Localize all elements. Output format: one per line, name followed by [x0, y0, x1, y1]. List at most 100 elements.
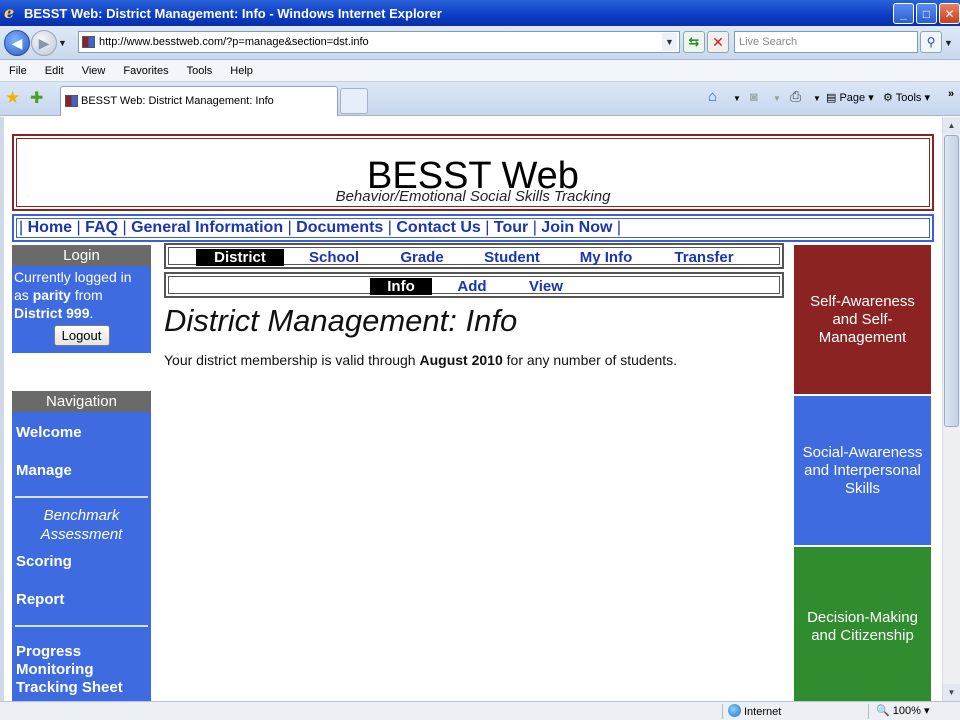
menu-view[interactable]: View: [73, 65, 115, 77]
district-tab-row: District School Grade Student My Info Tr…: [164, 243, 784, 269]
login-header: Login: [12, 245, 151, 266]
print-dropdown-icon[interactable]: ▼: [813, 94, 821, 103]
membership-message: Your district membership is valid throug…: [164, 352, 677, 368]
home-dropdown-icon[interactable]: ▼: [733, 94, 741, 103]
tab-grade[interactable]: Grade: [382, 249, 462, 266]
stop-button[interactable]: ✕: [707, 31, 729, 53]
address-input[interactable]: http://www.besstweb.com/?p=manage&sectio…: [78, 31, 680, 53]
zoom-control[interactable]: 🔍 100% ▾: [876, 704, 929, 717]
nav-home-link[interactable]: Home: [28, 219, 72, 236]
vertical-scrollbar[interactable]: ▲ ▼: [942, 117, 960, 701]
menu-tools[interactable]: Tools: [178, 65, 222, 77]
add-favorites-icon[interactable]: ✚: [30, 88, 43, 108]
address-toolbar: ◀ ▶ ▼ http://www.besstweb.com/?p=manage&…: [0, 26, 960, 60]
menu-file[interactable]: File: [0, 65, 36, 77]
page-menu-label: Page: [839, 92, 866, 104]
tab-school[interactable]: School: [294, 249, 374, 266]
status-divider: [868, 704, 869, 719]
search-dropdown-icon[interactable]: ▼: [944, 38, 953, 48]
site-favicon-icon: [82, 36, 95, 48]
zoom-level: 100%: [892, 705, 921, 717]
nav-scoring-link[interactable]: Scoring: [12, 553, 151, 571]
logout-button[interactable]: Logout: [53, 325, 110, 346]
nav-welcome-link[interactable]: Welcome: [12, 424, 151, 442]
status-divider: [722, 704, 723, 719]
login-district: District 999: [14, 305, 90, 321]
menu-edit[interactable]: Edit: [36, 65, 73, 77]
login-from: from: [70, 287, 103, 303]
tab-district[interactable]: District: [196, 249, 284, 266]
tab-my-info[interactable]: My Info: [566, 249, 646, 266]
nav-join-now-link[interactable]: Join Now: [541, 219, 612, 236]
scroll-down-icon[interactable]: ▼: [943, 684, 960, 701]
minimize-button[interactable]: _: [893, 3, 914, 24]
tab-title: BESST Web: District Management: Info: [81, 95, 274, 107]
globe-icon: [728, 704, 741, 717]
print-icon[interactable]: ⎙: [790, 88, 801, 105]
page-viewport: BESST Web Behavior/Emotional Social Skil…: [0, 117, 960, 701]
search-input[interactable]: Live Search: [734, 31, 918, 53]
tools-menu-label: Tools: [895, 92, 922, 104]
tab-student[interactable]: Student: [472, 249, 552, 266]
self-awareness-panel[interactable]: Self-Awareness and Self-Management: [794, 245, 931, 394]
menu-help[interactable]: Help: [221, 65, 262, 77]
tab-transfer[interactable]: Transfer: [662, 249, 746, 266]
nav-progress-link[interactable]: Progress Monitoring Tracking Sheet: [12, 643, 130, 697]
maximize-button[interactable]: □: [916, 3, 937, 24]
page-menu-button[interactable]: ▤ Page ▾: [826, 91, 874, 104]
tab-favicon-icon: [65, 95, 78, 107]
nav-faq-link[interactable]: FAQ: [85, 219, 118, 236]
social-awareness-panel[interactable]: Social-Awareness and Interpersonal Skill…: [794, 396, 931, 545]
site-subtitle: Behavior/Emotional Social Skills Trackin…: [335, 188, 611, 205]
search-button[interactable]: ⚲: [920, 31, 942, 53]
nav-benchmark-heading: Benchmark Assessment: [40, 507, 123, 543]
login-panel: Login Currently logged in as parity from…: [12, 245, 151, 353]
feeds-icon[interactable]: ◙: [750, 89, 758, 104]
window-titlebar: e BESST Web: District Management: Info -…: [0, 0, 960, 26]
membership-text-before: Your district membership is valid throug…: [164, 352, 420, 368]
refresh-button[interactable]: ⇆: [683, 31, 705, 53]
new-tab-button[interactable]: [340, 88, 368, 114]
address-url: http://www.besstweb.com/?p=manage&sectio…: [99, 36, 369, 48]
tools-menu-button[interactable]: ⚙ Tools ▾: [883, 91, 930, 104]
membership-text-after: for any number of students.: [502, 352, 678, 368]
nav-report-link[interactable]: Report: [12, 591, 151, 609]
decision-making-panel[interactable]: Decision-Making and Citizenship: [794, 547, 931, 701]
forward-button[interactable]: ▶: [31, 30, 57, 56]
membership-valid-until: August 2010: [419, 352, 503, 368]
home-icon[interactable]: ⌂: [708, 88, 717, 105]
nav-contact-us-link[interactable]: Contact Us: [396, 219, 480, 236]
nav-documents-link[interactable]: Documents: [296, 219, 383, 236]
security-zone-label: Internet: [744, 706, 782, 718]
history-dropdown-icon[interactable]: ▼: [58, 38, 67, 48]
tab-bar: ★ ✚ BESST Web: District Management: Info…: [0, 82, 960, 116]
menu-bar: File Edit View Favorites Tools Help: [0, 60, 960, 82]
chevron-more-icon[interactable]: »: [948, 88, 954, 100]
back-button[interactable]: ◀: [4, 30, 30, 56]
site-top-nav: | Home | FAQ | General Information | Doc…: [12, 214, 934, 242]
favorites-star-icon[interactable]: ★: [5, 88, 20, 108]
login-status: Currently logged in as parity from Distr…: [12, 266, 151, 322]
tab-info[interactable]: Info: [370, 278, 432, 295]
navigation-header: Navigation: [12, 391, 151, 412]
tab-view[interactable]: View: [516, 278, 576, 295]
scroll-thumb[interactable]: [944, 135, 959, 427]
feeds-dropdown-icon[interactable]: ▼: [773, 94, 781, 103]
tab-active[interactable]: BESST Web: District Management: Info: [60, 86, 338, 116]
close-button[interactable]: ✕: [939, 3, 960, 24]
nav-manage-link[interactable]: Manage: [12, 462, 151, 480]
nav-tour-link[interactable]: Tour: [494, 219, 528, 236]
address-dropdown-icon[interactable]: ▼: [662, 33, 677, 51]
page-title: District Management: Info: [164, 303, 518, 338]
tab-add[interactable]: Add: [442, 278, 502, 295]
ie-logo-icon: e: [4, 3, 15, 22]
site-header: BESST Web Behavior/Emotional Social Skil…: [12, 134, 934, 211]
window-title: BESST Web: District Management: Info - W…: [24, 5, 442, 21]
menu-favorites[interactable]: Favorites: [114, 65, 177, 77]
nav-general-information-link[interactable]: General Information: [131, 219, 283, 236]
scroll-up-icon[interactable]: ▲: [943, 117, 960, 134]
section-tab-row: Info Add View: [164, 272, 784, 298]
login-period: .: [89, 305, 94, 321]
login-user: parity: [32, 287, 71, 303]
status-bar: Internet 🔍 100% ▾: [0, 701, 960, 720]
